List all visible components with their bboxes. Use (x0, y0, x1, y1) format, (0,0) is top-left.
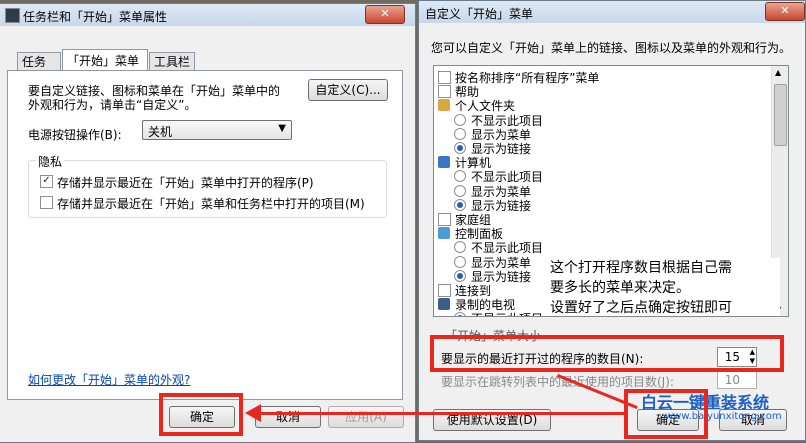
scroll-up-icon[interactable]: ▲ (775, 68, 781, 77)
appearance-help-link[interactable]: 如何更改「开始」菜单的外观? (28, 371, 190, 388)
arrow-head-icon (245, 404, 261, 422)
list-item[interactable]: 显示为链接 (434, 141, 764, 156)
list-checkbox[interactable] (438, 85, 451, 99)
start-menu-tab-panel: 要自定义链接、图标和菜单在「开始」菜单中的 外观和行为，请单击“自定义”。 自定… (7, 70, 403, 400)
privacy-programs-label: 存储并显示最近在「开始」菜单中打开的程序(P) (57, 176, 314, 190)
highlight-right-ok (624, 389, 708, 439)
taskbar-properties-window: 任务栏和「开始」菜单属性 ✕ 任务栏 「开始」菜单 工具栏 要自定义链接、图标和… (0, 3, 416, 443)
list-item: 控制面板 (434, 226, 764, 241)
list-checkbox[interactable] (438, 284, 451, 297)
annotation-text: 这个打开程序数目根据自己需 要多长的菜单来决定。 设置好了之后点确定按钮即可 (550, 258, 780, 316)
list-item: 个人文件夹 (434, 98, 764, 113)
options-listbox[interactable]: 按名称排序“所有程序”菜单 帮助 个人文件夹 不显示此项目 显示为菜单 显示为链接 计算机不… (433, 65, 789, 317)
list-item[interactable]: 帮助 (434, 84, 764, 99)
chevron-down-icon: ▼ (278, 123, 286, 134)
annotation-line: 要多长的菜单来决定。 (550, 280, 690, 296)
list-item[interactable]: 不显示此项目 (434, 169, 764, 184)
tab-toolbars[interactable]: 工具栏 (149, 52, 195, 70)
list-item[interactable]: 显示为链接 (434, 198, 764, 213)
left-window-title: 任务栏和「开始」菜单属性 (23, 10, 168, 24)
scroll-thumb[interactable] (774, 84, 787, 146)
customize-description-line2: 外观和行为，请单击“自定义”。 (28, 98, 197, 112)
list-radio[interactable] (454, 113, 466, 126)
right-close-button[interactable]: ✕ (765, 2, 805, 21)
tab-taskbar[interactable]: 任务栏 (17, 52, 61, 87)
privacy-checkbox-programs[interactable]: ✓ (40, 175, 53, 188)
list-radio[interactable] (454, 127, 466, 140)
list-radio[interactable] (454, 255, 466, 268)
list-item-label: 不显示此项目 (471, 310, 543, 316)
power-button-value: 关机 (148, 125, 173, 139)
annotation-line: 这个打开程序数目根据自己需 (550, 260, 732, 276)
list-item[interactable]: 显示为菜单 (434, 184, 764, 199)
list-item: 计算机 (434, 155, 764, 170)
annotation-line: 设置好了之后点确定按钮即可 (550, 300, 732, 316)
list-item[interactable]: 显示为菜单 (434, 127, 764, 142)
left-close-button[interactable]: ✕ (365, 5, 405, 24)
list-radio[interactable] (454, 198, 466, 211)
customize-button[interactable]: 自定义(C)... (308, 79, 388, 101)
privacy-group-label: 隐私 (36, 153, 65, 170)
list-radio[interactable] (454, 312, 466, 316)
customize-start-menu-window: 自定义「开始」菜单 ✕ 您可以自定义「开始」菜单上的链接、图标以及菜单的外观和行… (418, 0, 806, 441)
list-item[interactable]: 不显示此项目 (434, 240, 764, 255)
privacy-checkbox-items[interactable] (40, 196, 53, 209)
jumplist-items-value: 10 (724, 373, 740, 387)
list-radio[interactable] (454, 269, 466, 282)
privacy-items-label: 存储并显示最近在「开始」菜单和任务栏中打开的项目(M) (57, 197, 365, 211)
list-item[interactable]: 家庭组 (434, 212, 764, 227)
window-app-icon (5, 8, 20, 23)
list-radio[interactable] (454, 142, 466, 154)
list-radio[interactable] (454, 184, 466, 197)
list-checkbox[interactable] (438, 213, 451, 226)
right-titlebar: 自定义「开始」菜单 ✕ (419, 1, 805, 23)
control-panel-icon (438, 227, 450, 240)
tv-icon (438, 298, 450, 311)
left-titlebar: 任务栏和「开始」菜单属性 ✕ (0, 4, 415, 26)
list-checkbox[interactable] (438, 71, 451, 84)
jumplist-items-stepper[interactable]: 10 (717, 371, 757, 389)
left-apply-button[interactable]: 应用(A) (328, 406, 404, 428)
list-item[interactable]: 按名称排序“所有程序”菜单 (434, 70, 764, 85)
arrow-line (258, 412, 624, 415)
list-radio[interactable] (454, 170, 466, 183)
customize-description: 您可以自定义「开始」菜单上的链接、图标以及菜单的外观和行为。 (431, 41, 792, 55)
list-item[interactable]: 不显示此项目 (434, 113, 764, 128)
highlight-recent-programs (430, 335, 784, 372)
list-radio[interactable] (454, 241, 466, 254)
computer-icon (438, 156, 450, 169)
right-window-title: 自定义「开始」菜单 (425, 7, 534, 21)
power-button-select[interactable]: 关机 ▼ (142, 120, 292, 140)
left-cancel-button[interactable]: 取消 (255, 406, 321, 428)
folder-icon (438, 99, 450, 112)
power-button-label: 电源按钮操作(B): (28, 128, 122, 142)
tab-start-menu[interactable]: 「开始」菜单 (62, 49, 148, 71)
highlight-left-ok (159, 393, 243, 436)
